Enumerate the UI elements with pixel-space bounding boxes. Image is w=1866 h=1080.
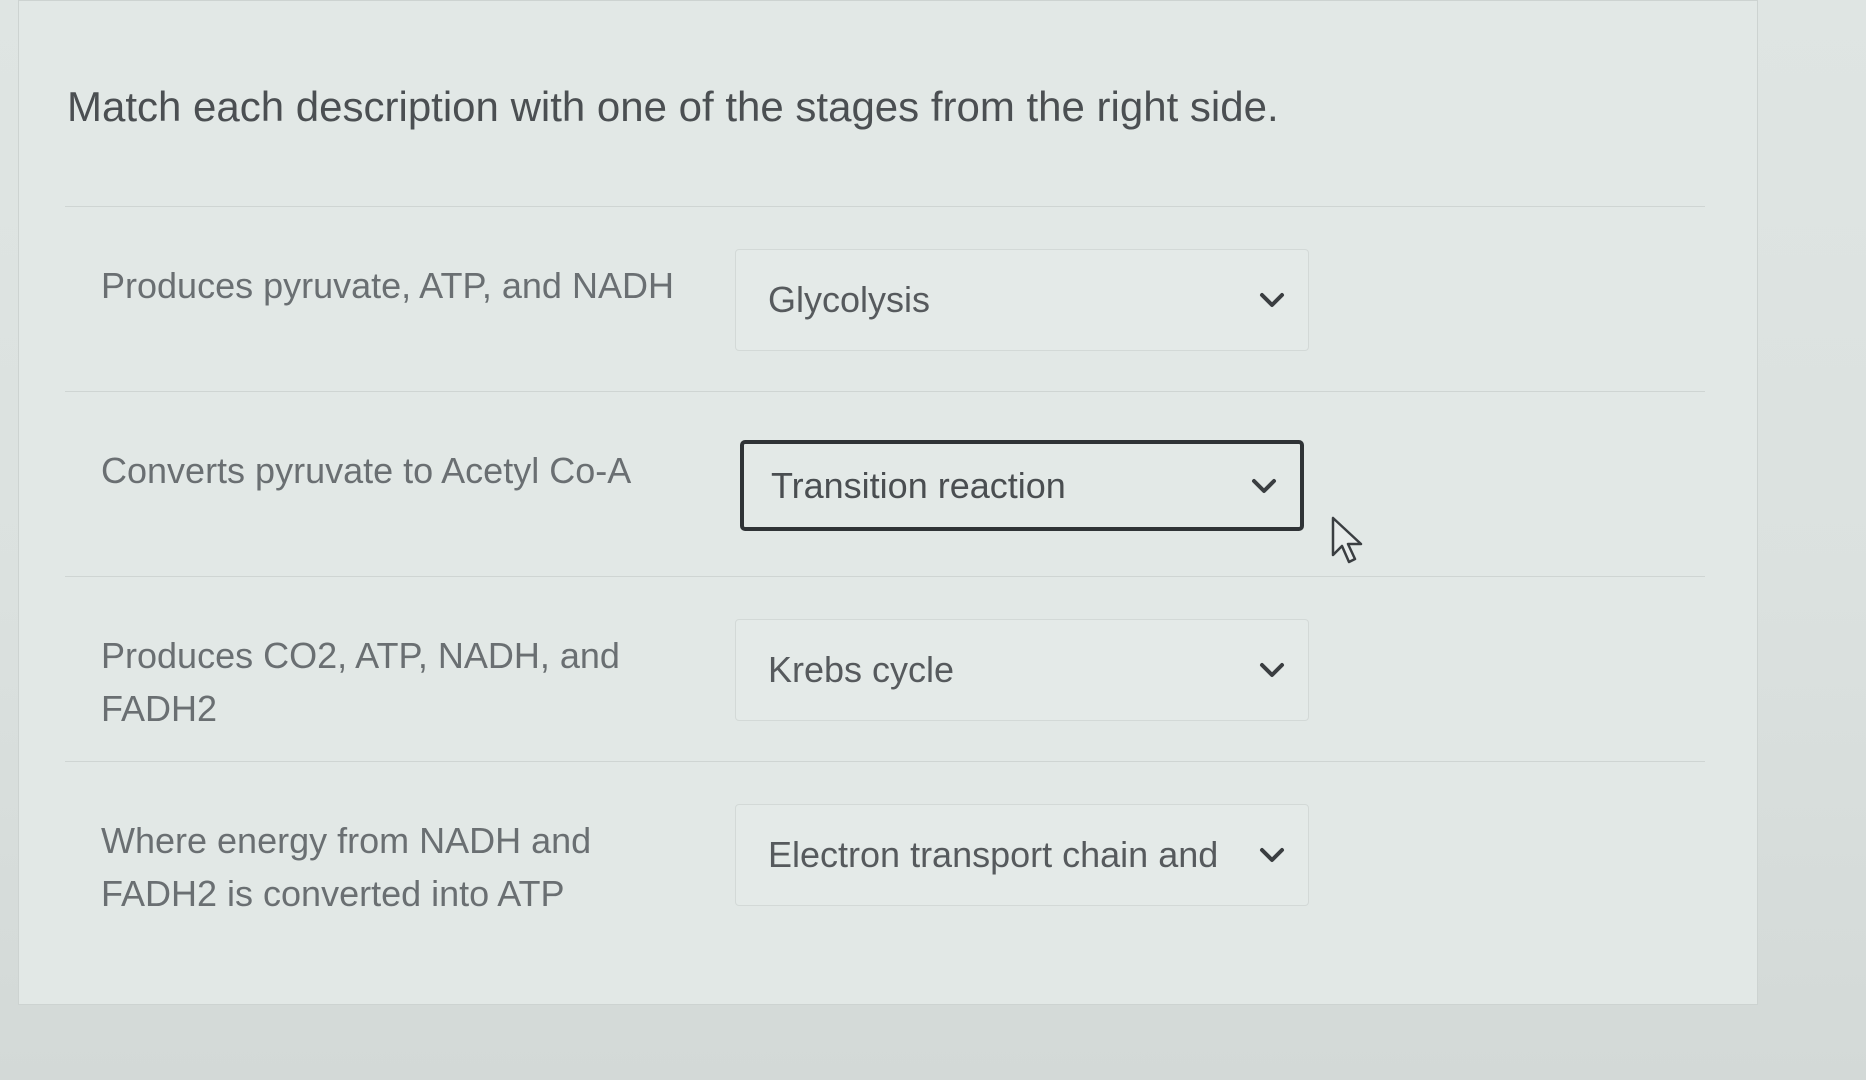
stage-select-dropdown[interactable]: Electron transport chain and xyxy=(735,804,1309,906)
chevron-down-icon xyxy=(1252,478,1276,493)
match-row: Produces CO2, ATP, NADH, and FADH2 Krebs… xyxy=(65,576,1705,761)
mouse-cursor-icon xyxy=(1331,516,1363,564)
row-description: Produces pyruvate, ATP, and NADH xyxy=(101,265,674,306)
selected-stage: Transition reaction xyxy=(771,464,1066,506)
chevron-down-icon xyxy=(1260,663,1284,677)
match-rows: Produces pyruvate, ATP, and NADH Glycoly… xyxy=(65,206,1705,971)
question-prompt: Match each description with one of the s… xyxy=(67,83,1279,130)
stage-select-dropdown-focused[interactable]: Transition reaction xyxy=(740,440,1304,531)
match-row: Produces pyruvate, ATP, and NADH Glycoly… xyxy=(65,206,1705,391)
row-description: Produces CO2, ATP, NADH, and FADH2 xyxy=(101,635,620,729)
selected-stage: Krebs cycle xyxy=(768,649,955,690)
selected-stage: Electron transport chain and xyxy=(768,834,1219,875)
match-row: Where energy from NADH and FADH2 is conv… xyxy=(65,761,1705,971)
row-description: Converts pyruvate to Acetyl Co-A xyxy=(101,450,632,491)
selected-stage: Glycolysis xyxy=(768,279,931,320)
screen: Match each description with one of the s… xyxy=(0,0,1866,1080)
stage-select-dropdown[interactable]: Glycolysis xyxy=(735,249,1309,351)
chevron-down-icon xyxy=(1260,293,1284,307)
stage-select-dropdown[interactable]: Krebs cycle xyxy=(735,619,1309,721)
question-card: Match each description with one of the s… xyxy=(18,0,1758,1005)
match-row: Converts pyruvate to Acetyl Co-A Transit… xyxy=(65,391,1705,576)
chevron-down-icon xyxy=(1260,848,1284,862)
row-description: Where energy from NADH and FADH2 is conv… xyxy=(101,820,592,914)
